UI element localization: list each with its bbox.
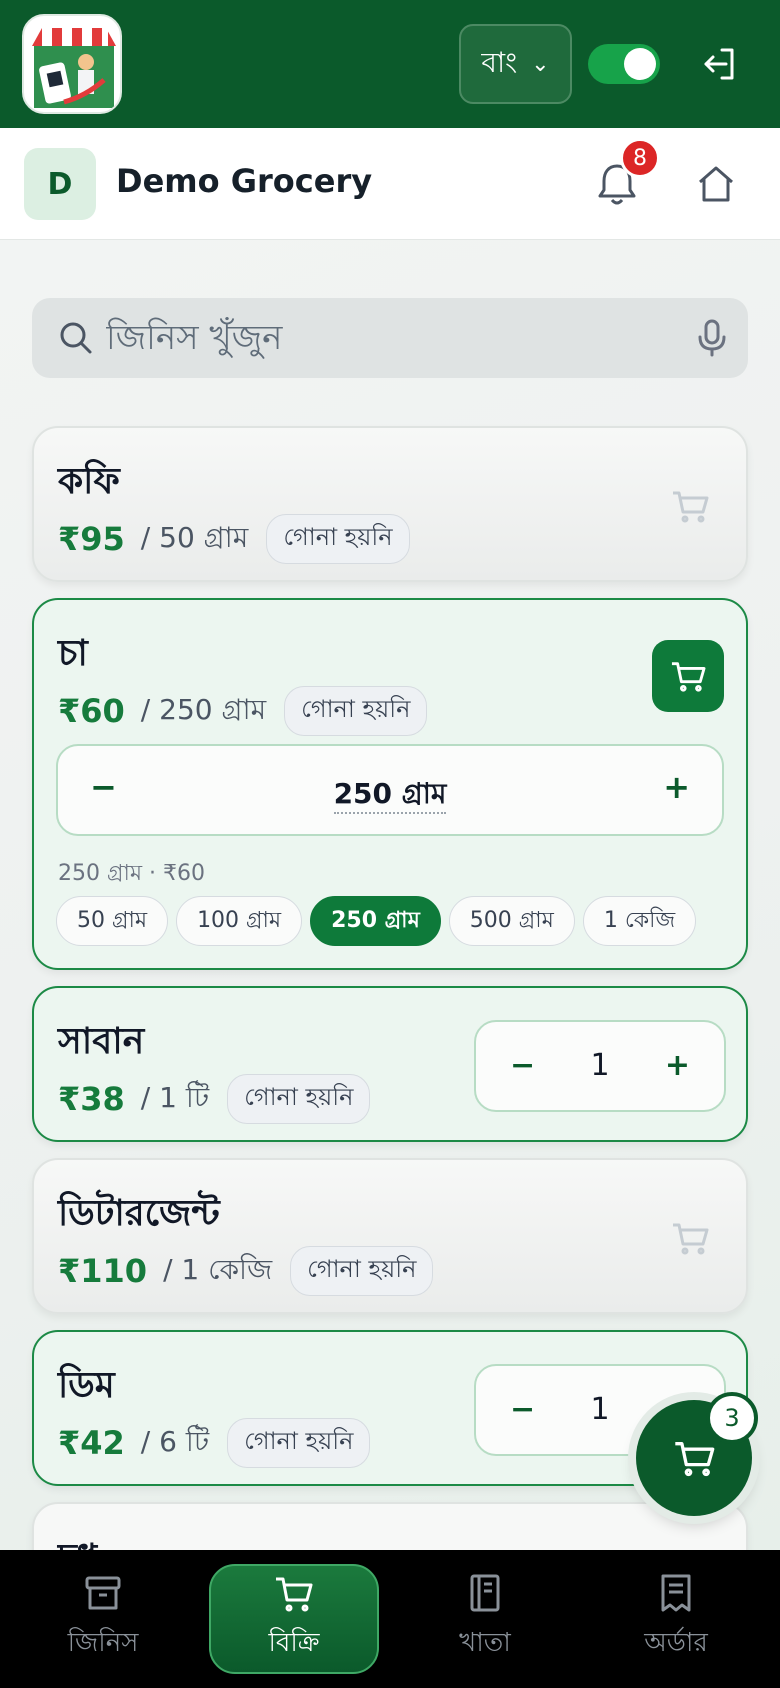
store-avatar[interactable]: D: [24, 148, 96, 220]
cart-button[interactable]: [652, 640, 724, 712]
product-price: ₹60: [58, 692, 125, 730]
nav-label: জিনিস: [67, 1628, 139, 1658]
price-row: ₹95 / 50 গ্রাম গোনা হয়নি: [58, 514, 410, 564]
quantity-value[interactable]: 250 গ্রাম: [58, 772, 722, 819]
product-name: চা: [58, 633, 88, 674]
quantity-stepper: − 250 গ্রাম +: [56, 744, 724, 836]
product-unit: / 250 গ্রাম: [140, 692, 267, 726]
logout-icon[interactable]: [700, 44, 740, 84]
price-row: ₹60 / 250 গ্রাম গোনা হয়নি: [58, 686, 428, 736]
product-unit: / 6 টি: [140, 1424, 210, 1458]
search-input[interactable]: [106, 298, 666, 378]
price-row: ₹42 / 6 টি গোনা হয়নি: [58, 1418, 371, 1468]
stock-status-chip: গোনা হয়নি: [266, 514, 410, 564]
box-icon: [85, 1576, 121, 1610]
search-icon: [58, 320, 94, 356]
quantity-summary: 250 গ্রাম · ₹60: [58, 861, 206, 886]
product-price: ₹95: [58, 520, 125, 558]
quantity-option[interactable]: 1 কেজি: [582, 896, 697, 946]
add-to-cart-icon[interactable]: [670, 1220, 710, 1256]
quantity-options: 50 গ্রাম 100 গ্রাম 250 গ্রাম 500 গ্রাম 1…: [56, 896, 697, 946]
price-row: ₹110 / 1 কেজি গোনা হয়নি: [58, 1246, 434, 1296]
book-icon: [470, 1574, 500, 1612]
search-bar: [32, 298, 748, 378]
product-card[interactable]: ডিটারজেন্ট ₹110 / 1 কেজি গোনা হয়নি: [32, 1158, 748, 1314]
quantity-stepper: − 1 +: [474, 1020, 726, 1112]
product-price: ₹110: [58, 1252, 148, 1290]
chevron-down-icon: ⌄: [531, 51, 550, 77]
mode-toggle[interactable]: [588, 44, 660, 84]
stock-status-chip: গোনা হয়নি: [290, 1246, 434, 1296]
language-value: বাং: [481, 45, 518, 79]
nav-label: অর্ডার: [644, 1628, 708, 1658]
product-unit: / 1 টি: [140, 1080, 210, 1114]
nav-item-sales[interactable]: বিক্রি: [209, 1564, 379, 1674]
product-card[interactable]: চা ₹60 / 250 গ্রাম গোনা হয়নি − 250 গ্রা…: [32, 598, 748, 970]
nav-label: খাতা: [459, 1628, 511, 1658]
quantity-option[interactable]: 100 গ্রাম: [176, 896, 303, 946]
quantity-option[interactable]: 500 গ্রাম: [448, 896, 575, 946]
home-icon[interactable]: [696, 164, 736, 204]
product-name: কফি: [58, 461, 120, 502]
product-card[interactable]: কফি ₹95 / 50 গ্রাম গোনা হয়নি: [32, 426, 748, 582]
price-row: ₹38 / 1 টি গোনা হয়নি: [58, 1074, 371, 1124]
quantity-option-selected[interactable]: 250 গ্রাম: [310, 896, 441, 946]
top-app-bar: বাং ⌄: [0, 0, 780, 128]
product-name: ডিটারজেন্ট: [58, 1193, 220, 1234]
nav-item-orders[interactable]: অর্ডার: [591, 1564, 761, 1674]
cart-icon: [671, 662, 706, 692]
cart-icon: [276, 1577, 313, 1612]
product-card[interactable]: সাবান ₹38 / 1 টি গোনা হয়নি − 1 +: [32, 986, 748, 1142]
nav-label: বিক্রি: [268, 1628, 320, 1658]
product-name: ডিম: [58, 1365, 115, 1406]
product-price: ₹42: [58, 1424, 125, 1462]
store-name: Demo Grocery: [116, 162, 373, 200]
notification-badge: 8: [620, 138, 660, 178]
increase-button[interactable]: +: [663, 768, 690, 806]
toggle-knob: [624, 48, 656, 80]
nav-item-items[interactable]: জিনিস: [18, 1564, 188, 1674]
quantity-text: 250 গ্রাম: [333, 777, 447, 814]
product-unit: / 1 কেজি: [163, 1252, 273, 1286]
stock-status-chip: গোনা হয়নি: [227, 1418, 371, 1468]
stock-status-chip: গোনা হয়নি: [227, 1074, 371, 1124]
product-unit: / 50 গ্রাম: [140, 520, 249, 554]
store-header: D Demo Grocery: [0, 128, 780, 240]
microphone-icon[interactable]: [694, 318, 730, 358]
bottom-navigation: জিনিস বিক্রি খাতা অর্ডার: [0, 1550, 780, 1688]
product-name: সাবান: [58, 1021, 145, 1062]
increase-button[interactable]: +: [665, 1048, 690, 1083]
product-price: ₹38: [58, 1080, 125, 1118]
add-to-cart-icon[interactable]: [670, 488, 710, 524]
app-logo: [22, 14, 122, 114]
receipt-icon: [661, 1574, 691, 1612]
cart-count-badge: 3: [706, 1392, 758, 1444]
language-select[interactable]: বাং ⌄: [459, 24, 572, 104]
nav-item-ledger[interactable]: খাতা: [400, 1564, 570, 1674]
stock-status-chip: গোনা হয়নি: [284, 686, 428, 736]
quantity-option[interactable]: 50 গ্রাম: [56, 896, 169, 946]
cart-icon: [675, 1442, 715, 1477]
